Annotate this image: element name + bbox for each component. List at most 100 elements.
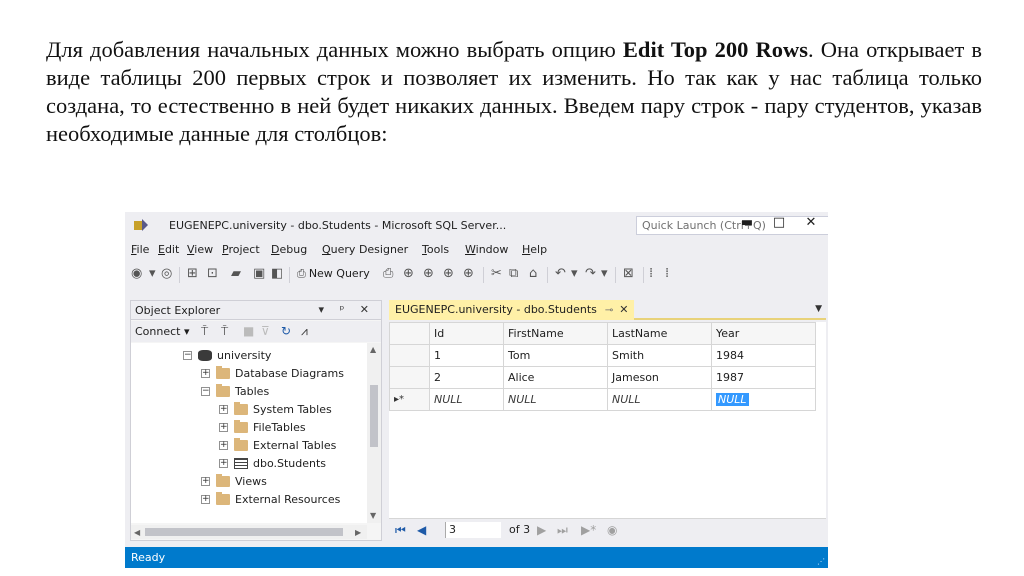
expand-icon[interactable]: + bbox=[219, 459, 228, 468]
cell-year[interactable]: 1987 bbox=[711, 366, 816, 389]
cell-firstname[interactable]: Tom bbox=[503, 344, 608, 367]
connect-button[interactable]: Connect ▾ bbox=[135, 325, 190, 338]
dropdown-icon[interactable]: ▾ bbox=[601, 266, 608, 281]
dropdown-icon[interactable]: ▾ bbox=[149, 266, 156, 281]
open-folder-icon[interactable]: ▰ bbox=[231, 266, 241, 281]
maximize-button[interactable]: □ bbox=[769, 215, 789, 230]
expand-icon[interactable]: + bbox=[201, 477, 210, 486]
close-window-button[interactable]: ✕ bbox=[801, 215, 821, 230]
cell-firstname[interactable]: Alice bbox=[503, 366, 608, 389]
activity-monitor-icon[interactable]: ⩘ bbox=[301, 324, 308, 339]
cell-firstname[interactable]: NULL bbox=[503, 388, 608, 411]
table-row: 2 Alice Jameson 1987 bbox=[389, 366, 816, 389]
menu-tools[interactable]: Tools bbox=[422, 243, 449, 256]
new-query-button[interactable]: ⎙ New Query bbox=[297, 267, 370, 281]
disconnect-icon[interactable]: ⍑ bbox=[221, 324, 228, 339]
cell-year[interactable]: 1984 bbox=[711, 344, 816, 367]
pin-icon[interactable]: ⊸ bbox=[605, 305, 613, 316]
cell-id[interactable]: 2 bbox=[429, 366, 504, 389]
scrollbar-thumb[interactable] bbox=[370, 385, 378, 447]
expand-icon[interactable]: + bbox=[219, 405, 228, 414]
new-project-icon[interactable]: ⊞ bbox=[187, 266, 198, 281]
expand-icon[interactable]: + bbox=[201, 495, 210, 504]
dropdown-icon[interactable]: ▾ bbox=[571, 266, 578, 281]
menu-file[interactable]: File bbox=[131, 243, 149, 256]
query-mdx-icon[interactable]: ⎙ bbox=[383, 266, 393, 281]
query-xmla-icon[interactable]: ⊕ bbox=[423, 266, 434, 281]
column-header-id[interactable]: Id bbox=[429, 322, 504, 345]
refresh-icon[interactable]: ↻ bbox=[281, 324, 291, 338]
status-bar: Ready ⋰ bbox=[125, 547, 828, 568]
cell-id[interactable]: 1 bbox=[429, 344, 504, 367]
save-all-icon[interactable]: ◧ bbox=[271, 266, 283, 281]
row-selector[interactable] bbox=[389, 366, 430, 389]
filter-icon[interactable]: ⊽ bbox=[261, 324, 270, 338]
tab-dbo-students[interactable]: EUGENEPC.university - dbo.Students ⊸ ✕ bbox=[389, 300, 635, 320]
quick-launch-input[interactable]: Quick Launch (Ctrl+Q) bbox=[636, 216, 828, 235]
row-header-corner bbox=[389, 322, 430, 345]
back-icon[interactable]: ◉ bbox=[131, 266, 142, 281]
menu-help[interactable]: Help bbox=[522, 243, 547, 256]
toolbar-options-icon[interactable]: ⁞ bbox=[649, 266, 653, 281]
save-icon[interactable]: ▣ bbox=[253, 266, 265, 281]
horizontal-scrollbar[interactable]: ◀ ▶ bbox=[131, 525, 367, 539]
folder-icon bbox=[234, 420, 248, 433]
properties-icon[interactable]: ⊠ bbox=[623, 266, 634, 281]
scroll-right-icon[interactable]: ▶ bbox=[355, 528, 361, 537]
menu-edit[interactable]: Edit bbox=[158, 243, 179, 256]
row-selector[interactable] bbox=[389, 344, 430, 367]
menu-window[interactable]: Window bbox=[465, 243, 508, 256]
menu-project[interactable]: Project bbox=[222, 243, 260, 256]
current-record-input[interactable]: 3 bbox=[445, 522, 501, 538]
first-record-icon[interactable]: ⏮ bbox=[395, 523, 406, 538]
expand-icon[interactable]: + bbox=[219, 423, 228, 432]
column-header-lastname[interactable]: LastName bbox=[607, 322, 712, 345]
cell-lastname[interactable]: Jameson bbox=[607, 366, 712, 389]
next-record-icon[interactable]: ▶ bbox=[537, 523, 546, 537]
cell-lastname[interactable]: Smith bbox=[607, 344, 712, 367]
last-record-icon[interactable]: ⏭ bbox=[557, 523, 568, 538]
add-item-icon[interactable]: ⊡ bbox=[207, 266, 218, 281]
new-query-label: New Query bbox=[308, 267, 370, 280]
query-analysis-icon[interactable]: ⊕ bbox=[463, 266, 474, 281]
copy-icon[interactable]: ⧉ bbox=[509, 266, 518, 281]
scroll-down-icon[interactable]: ▼ bbox=[370, 511, 376, 520]
menu-view[interactable]: View bbox=[187, 243, 213, 256]
toolbar-options-icon[interactable]: ⁞ bbox=[665, 266, 669, 281]
cell-lastname[interactable]: NULL bbox=[607, 388, 712, 411]
stop-record-icon[interactable]: ◉ bbox=[607, 523, 617, 537]
scrollbar-thumb[interactable] bbox=[145, 528, 343, 536]
cell-id[interactable]: NULL bbox=[429, 388, 504, 411]
expand-icon[interactable]: + bbox=[201, 369, 210, 378]
query-dmx-icon[interactable]: ⊕ bbox=[403, 266, 414, 281]
table-row-new: ▸* NULL NULL NULL NULL bbox=[389, 388, 816, 411]
expand-icon[interactable]: + bbox=[219, 441, 228, 450]
tab-list-dropdown-icon[interactable]: ▼ bbox=[815, 304, 822, 314]
resize-grip-icon[interactable]: ⋰ bbox=[817, 557, 825, 566]
panel-controls-icon[interactable]: ▾ ᵖ ✕ bbox=[319, 303, 375, 316]
collapse-icon[interactable]: − bbox=[183, 351, 192, 360]
column-header-year[interactable]: Year bbox=[711, 322, 816, 345]
paste-icon[interactable]: ⌂ bbox=[529, 266, 537, 281]
collapse-icon[interactable]: − bbox=[201, 387, 210, 396]
cell-year-selected[interactable]: NULL bbox=[711, 388, 816, 411]
redo-icon[interactable]: ↷ bbox=[585, 266, 596, 281]
new-record-icon[interactable]: ▶* bbox=[581, 523, 596, 537]
new-row-marker[interactable]: ▸* bbox=[389, 388, 430, 411]
cut-icon[interactable]: ✂ bbox=[491, 266, 502, 281]
object-explorer-panel: Object Explorer ▾ ᵖ ✕ Connect ▾ ⍑ ⍑ ■ ⊽ … bbox=[130, 300, 382, 541]
menu-query-designer[interactable]: Query Designer bbox=[322, 243, 408, 256]
column-header-firstname[interactable]: FirstName bbox=[503, 322, 608, 345]
minimize-button[interactable]: ▬ bbox=[737, 215, 757, 230]
previous-record-icon[interactable]: ◀ bbox=[417, 523, 426, 537]
scroll-up-icon[interactable]: ▲ bbox=[370, 345, 376, 354]
query-dax-icon[interactable]: ⊕ bbox=[443, 266, 454, 281]
stop-icon[interactable]: ■ bbox=[243, 324, 254, 338]
menu-debug[interactable]: Debug bbox=[271, 243, 307, 256]
forward-icon[interactable]: ◎ bbox=[161, 266, 172, 281]
close-tab-icon[interactable]: ✕ bbox=[619, 303, 628, 316]
scroll-left-icon[interactable]: ◀ bbox=[134, 528, 140, 537]
connect-icon[interactable]: ⍑ bbox=[201, 324, 208, 339]
vertical-scrollbar[interactable]: ▲ ▼ bbox=[367, 343, 381, 523]
undo-icon[interactable]: ↶ bbox=[555, 266, 566, 281]
